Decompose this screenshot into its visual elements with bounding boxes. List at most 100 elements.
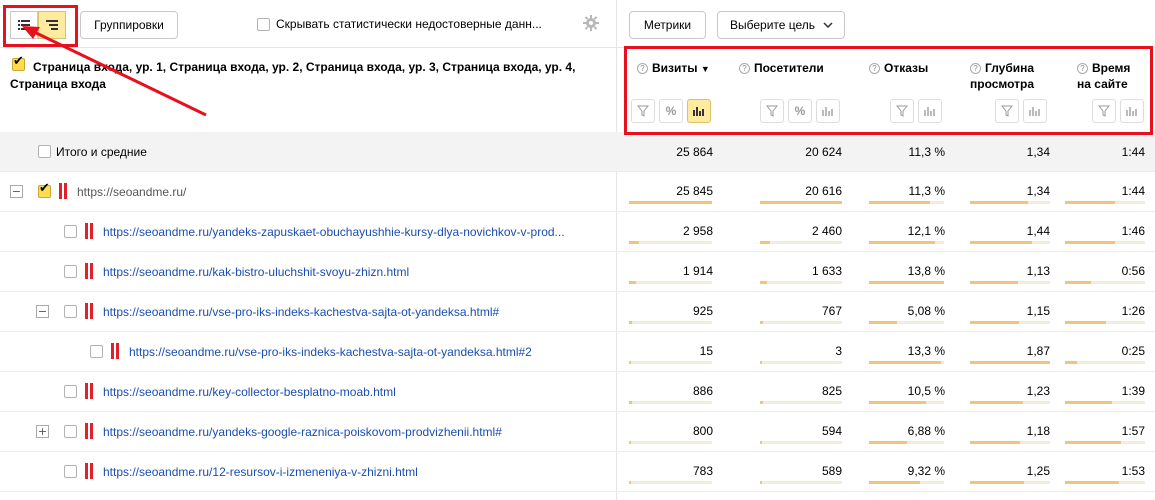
- expand-icon[interactable]: +: [36, 425, 49, 438]
- chevron-down-icon: [823, 22, 833, 28]
- row-depth-bar: [970, 441, 1020, 444]
- row-visits-bar: [629, 241, 639, 244]
- annotation-arrow: [22, 26, 207, 117]
- hide-stats-checkbox[interactable]: [257, 18, 270, 31]
- row-time-bar-track: [1065, 281, 1145, 284]
- row-bounces-value: 5,08 %: [907, 304, 945, 318]
- row-visits-bar: [629, 401, 632, 404]
- gear-icon[interactable]: [583, 15, 599, 31]
- row-url-link[interactable]: https://seoandme.ru/12-resursov-i-izmene…: [103, 465, 418, 479]
- row-color-marker: [111, 343, 119, 359]
- row-depth-bar: [970, 481, 1024, 484]
- row-color-marker: [85, 223, 93, 239]
- row-checkbox[interactable]: [38, 181, 51, 198]
- row-depth-bar: [970, 321, 1019, 324]
- row-checkbox[interactable]: [64, 465, 77, 478]
- row-checkbox[interactable]: [64, 425, 77, 438]
- row-url-link[interactable]: https://seoandme.ru/vse-pro-iks-indeks-k…: [103, 305, 499, 319]
- row-visits-bar-track: [629, 201, 712, 204]
- totals-visits: 25 864: [676, 145, 713, 159]
- row-depth-value: 1,25: [1026, 464, 1050, 478]
- row-visitors-bar-track: [760, 401, 842, 404]
- row-visitors-bar: [760, 201, 842, 204]
- row-visitors-value: 3: [835, 344, 842, 358]
- row-depth-value: 1,15: [1026, 304, 1050, 318]
- row-bounces-bar-track: [869, 241, 944, 244]
- row-time-bar: [1065, 241, 1115, 244]
- row-url-link[interactable]: https://seoandme.ru/yandeks-google-razni…: [103, 425, 502, 439]
- row-time-bar: [1065, 361, 1077, 364]
- row-visitors-value: 825: [821, 384, 842, 398]
- row-color-marker: [85, 383, 93, 399]
- row-bounces-bar: [869, 281, 944, 284]
- row-depth-bar: [970, 401, 1023, 404]
- row-depth-bar-track: [970, 241, 1050, 244]
- row-visits-bar: [629, 441, 631, 444]
- row-depth-bar-track: [970, 321, 1050, 324]
- row-bounces-value: 13,8 %: [907, 264, 945, 278]
- row-depth-bar: [970, 241, 1032, 244]
- row-visitors-bar-track: [760, 281, 842, 284]
- row-time-value: 1:26: [1121, 304, 1145, 318]
- row-depth-value: 1,18: [1026, 424, 1050, 438]
- row-checkbox[interactable]: [64, 305, 77, 318]
- row-url-link[interactable]: https://seoandme.ru/: [77, 185, 186, 199]
- row-visitors-bar: [760, 241, 770, 244]
- row-visits-value: 2 958: [682, 224, 713, 238]
- row-depth-value: 1,13: [1026, 264, 1050, 278]
- totals-visitors: 20 624: [805, 145, 842, 159]
- row-visitors-bar: [760, 281, 767, 284]
- totals-bounces: 11,3 %: [908, 145, 945, 159]
- row-visits-bar: [629, 321, 632, 324]
- row-visitors-bar: [760, 321, 763, 324]
- column-divider: [616, 0, 617, 500]
- row-bounces-value: 11,3 %: [908, 184, 945, 198]
- collapse-icon[interactable]: −: [36, 305, 49, 318]
- row-checkbox[interactable]: [64, 265, 77, 278]
- totals-row: [0, 132, 1155, 171]
- row-depth-bar-track: [970, 481, 1050, 484]
- row-visitors-value: 767: [821, 304, 842, 318]
- row-visits-value: 25 845: [676, 184, 713, 198]
- row-time-value: 1:46: [1121, 224, 1145, 238]
- goal-select[interactable]: Выберите цель: [717, 11, 845, 39]
- row-url-link[interactable]: https://seoandme.ru/yandeks-zapuskaet-ob…: [103, 225, 565, 239]
- row-bounces-bar-track: [869, 481, 944, 484]
- row-time-value: 0:25: [1121, 344, 1145, 358]
- row-bounces-value: 9,32 %: [907, 464, 945, 478]
- row-depth-bar-track: [970, 281, 1050, 284]
- row-visitors-bar-track: [760, 241, 842, 244]
- metrics-button[interactable]: Метрики: [629, 11, 706, 39]
- row-time-value: 1:57: [1121, 424, 1145, 438]
- row-time-bar: [1065, 201, 1115, 204]
- row-checkbox[interactable]: [64, 385, 77, 398]
- row-url-link[interactable]: https://seoandme.ru/key-collector-bespla…: [103, 385, 396, 399]
- row-time-value: 1:39: [1121, 384, 1145, 398]
- row-time-bar: [1065, 401, 1112, 404]
- totals-checkbox[interactable]: [38, 145, 51, 158]
- totals-label: Итого и средние: [56, 145, 147, 159]
- row-bounces-bar: [869, 401, 926, 404]
- row-visits-value: 15: [699, 344, 713, 358]
- row-url-link[interactable]: https://seoandme.ru/vse-pro-iks-indeks-k…: [129, 345, 532, 359]
- row-visits-bar-track: [629, 481, 712, 484]
- row-bounces-bar-track: [869, 361, 944, 364]
- row-time-bar-track: [1065, 241, 1145, 244]
- totals-depth: 1,34: [1026, 145, 1050, 159]
- row-visits-value: 1 914: [682, 264, 713, 278]
- row-bounces-bar: [869, 321, 897, 324]
- row-visitors-bar: [760, 481, 762, 484]
- row-url-link[interactable]: https://seoandme.ru/kak-bistro-uluchshit…: [103, 265, 409, 279]
- row-depth-bar-track: [970, 441, 1050, 444]
- row-time-bar-track: [1065, 201, 1145, 204]
- row-color-marker: [85, 423, 93, 439]
- row-depth-bar-track: [970, 401, 1050, 404]
- row-visits-bar-track: [629, 361, 712, 364]
- row-time-value: 1:44: [1121, 184, 1145, 198]
- row-visits-bar: [629, 281, 636, 284]
- collapse-icon[interactable]: −: [10, 185, 23, 198]
- row-checkbox[interactable]: [90, 345, 103, 358]
- row-visits-bar: [629, 361, 631, 364]
- row-checkbox[interactable]: [64, 225, 77, 238]
- row-bounces-bar-track: [869, 401, 944, 404]
